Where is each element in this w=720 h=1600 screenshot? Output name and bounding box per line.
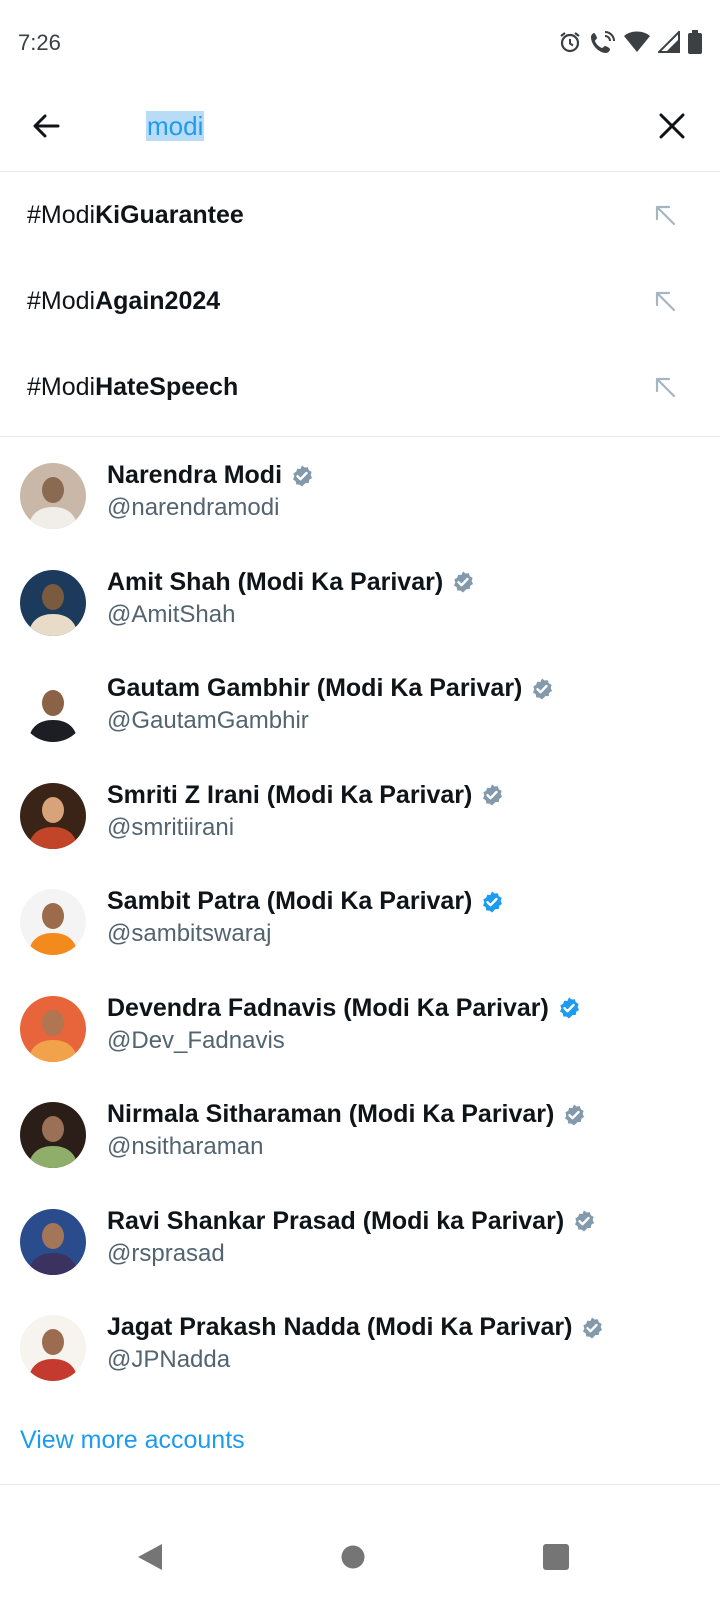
verified-badge-icon — [559, 997, 579, 1019]
search-input[interactable]: modi — [146, 106, 205, 146]
wifi-calling-icon — [591, 31, 615, 53]
account-handle: @AmitShah — [107, 600, 236, 628]
alarm-icon — [560, 32, 580, 53]
account-row[interactable]: Amit Shah (Modi Ka Parivar) @AmitShah — [0, 562, 720, 669]
verified-badge-icon — [454, 571, 474, 593]
verified-badge-icon — [533, 678, 553, 699]
account-handle: @GautamGambhir — [107, 707, 309, 734]
account-handle: @smritiirani — [107, 813, 235, 841]
suggestion-text: #ModiHateSpeech — [27, 372, 239, 401]
account-handle: @sambitswaraj — [107, 920, 272, 947]
account-name-line: Gautam Gambhir (Modi Ka Parivar) — [107, 674, 554, 703]
signal-icon — [658, 31, 680, 53]
verified-badge-icon — [583, 1317, 603, 1338]
verified-badge-icon — [483, 891, 503, 912]
arrow-up-left-icon[interactable] — [652, 202, 678, 228]
account-row[interactable]: Sambit Patra (Modi Ka Parivar) @sambitswa… — [0, 881, 720, 988]
search-header: modi — [0, 90, 720, 172]
verified-badge-icon — [293, 465, 313, 486]
wifi-icon — [624, 31, 650, 52]
avatar[interactable] — [20, 995, 86, 1062]
account-row[interactable]: Devendra Fadnavis (Modi Ka Parivar) @Dev_… — [0, 988, 720, 1095]
account-handle: @narendramodi — [107, 494, 280, 521]
account-row[interactable]: Nirmala Sitharaman (Modi Ka Parivar) @nsi… — [0, 1094, 720, 1201]
account-handle: @nsitharaman — [107, 1133, 264, 1160]
arrow-left-icon — [33, 114, 60, 138]
avatar[interactable] — [20, 1315, 86, 1381]
recents-nav-icon[interactable] — [542, 1542, 570, 1572]
account-handle: @JPNadda — [107, 1346, 231, 1373]
account-name-line: Amit Shah (Modi Ka Parivar) — [107, 568, 475, 597]
suggestion-text: #ModiKiGuarantee — [27, 200, 244, 229]
account-name: Narendra Modi — [107, 461, 283, 489]
home-nav-icon[interactable] — [340, 1542, 366, 1572]
account-name: Ravi Shankar Prasad (Modi ka Parivar) — [107, 1206, 565, 1235]
view-more-accounts-link[interactable]: View more accounts — [20, 1426, 245, 1455]
system-nav-bar — [0, 1520, 720, 1600]
arrow-up-left-icon[interactable] — [652, 288, 678, 314]
account-name: Amit Shah (Modi Ka Parivar) — [107, 567, 444, 596]
account-name-line: Narendra Modi — [107, 461, 314, 490]
account-row[interactable]: Narendra Modi @narendramodi — [0, 455, 720, 562]
status-bar: 7:26 — [0, 0, 720, 90]
verified-badge-icon — [483, 784, 503, 806]
account-name: Smriti Z Irani (Modi Ka Parivar) — [107, 780, 473, 809]
account-name-line: Ravi Shankar Prasad (Modi ka Parivar) — [107, 1207, 596, 1236]
avatar[interactable] — [20, 1208, 86, 1275]
suggestion-item[interactable]: #ModiAgain2024 — [0, 258, 720, 344]
arrow-up-left-icon[interactable] — [652, 374, 678, 400]
account-name: Gautam Gambhir (Modi Ka Parivar) — [107, 674, 523, 702]
clear-search-button[interactable] — [650, 104, 694, 148]
search-query-text: modi — [146, 111, 205, 141]
account-row[interactable]: Jagat Prakash Nadda (Modi Ka Parivar) @JP… — [0, 1307, 720, 1414]
account-name-line: Smriti Z Irani (Modi Ka Parivar) — [107, 781, 504, 810]
account-name: Devendra Fadnavis (Modi Ka Parivar) — [107, 993, 549, 1022]
suggestion-item[interactable]: #ModiKiGuarantee — [0, 172, 720, 258]
account-name-line: Jagat Prakash Nadda (Modi Ka Parivar) — [107, 1313, 604, 1342]
avatar[interactable] — [20, 569, 86, 636]
accounts-list: Narendra Modi @narendramodi Amit Shah (Mod… — [0, 455, 720, 1414]
avatar[interactable] — [20, 1102, 86, 1168]
suggestion-item[interactable]: #ModiHateSpeech — [0, 344, 720, 430]
avatar[interactable] — [20, 889, 86, 955]
account-name-line: Sambit Patra (Modi Ka Parivar) — [107, 887, 504, 916]
status-icons — [558, 30, 702, 54]
status-time: 7:26 — [18, 30, 61, 55]
account-name: Nirmala Sitharaman (Modi Ka Parivar) — [107, 1100, 555, 1128]
close-icon — [659, 113, 685, 139]
account-row[interactable]: Gautam Gambhir (Modi Ka Parivar) @GautamG… — [0, 668, 720, 775]
account-name: Sambit Patra (Modi Ka Parivar) — [107, 887, 473, 915]
account-name-line: Devendra Fadnavis (Modi Ka Parivar) — [107, 994, 581, 1023]
account-row[interactable]: Ravi Shankar Prasad (Modi ka Parivar) @rs… — [0, 1201, 720, 1308]
back-button[interactable] — [24, 104, 68, 148]
account-handle: @rsprasad — [107, 1239, 225, 1267]
avatar[interactable] — [20, 782, 86, 849]
divider — [0, 1484, 720, 1485]
account-name: Jagat Prakash Nadda (Modi Ka Parivar) — [107, 1313, 573, 1341]
account-handle: @Dev_Fadnavis — [107, 1026, 285, 1054]
account-name-line: Nirmala Sitharaman (Modi Ka Parivar) — [107, 1100, 586, 1129]
battery-icon — [688, 30, 702, 54]
verified-badge-icon — [575, 1210, 595, 1232]
avatar[interactable] — [20, 463, 86, 529]
back-nav-icon[interactable] — [136, 1542, 164, 1572]
verified-badge-icon — [565, 1104, 585, 1125]
account-row[interactable]: Smriti Z Irani (Modi Ka Parivar) @smritii… — [0, 775, 720, 882]
avatar[interactable] — [20, 676, 86, 742]
search-suggestions: #ModiKiGuarantee #ModiAgain2024 #ModiHat… — [0, 172, 720, 437]
suggestion-text: #ModiAgain2024 — [27, 286, 221, 315]
